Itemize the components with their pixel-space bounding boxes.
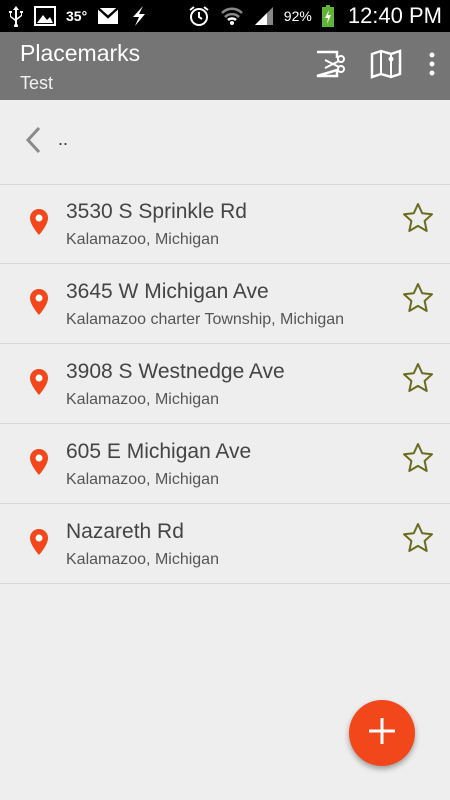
placemark-subtitle: Kalamazoo, Michigan bbox=[66, 551, 219, 568]
cut-button[interactable] bbox=[302, 38, 358, 94]
list-item[interactable]: 3645 W Michigan Ave Kalamazoo charter To… bbox=[0, 264, 450, 344]
temperature-text: 35° bbox=[66, 8, 88, 24]
flash-icon bbox=[129, 4, 149, 28]
map-pin-icon bbox=[29, 208, 49, 241]
list-item[interactable]: 605 E Michigan Ave Kalamazoo, Michigan bbox=[0, 424, 450, 504]
placemark-subtitle: Kalamazoo, Michigan bbox=[66, 391, 219, 408]
gmail-icon bbox=[97, 4, 120, 28]
map-pin-icon bbox=[29, 448, 49, 481]
map-pin-icon bbox=[29, 288, 49, 321]
page-subtitle: Test bbox=[20, 73, 54, 93]
parent-folder-row[interactable]: .. bbox=[0, 100, 450, 184]
placemark-title: Nazareth Rd bbox=[66, 520, 184, 543]
placemark-list: 3530 S Sprinkle Rd Kalamazoo, Michigan 3… bbox=[0, 184, 450, 584]
list-item[interactable]: Nazareth Rd Kalamazoo, Michigan bbox=[0, 504, 450, 584]
app-bar-actions bbox=[302, 32, 450, 100]
wifi-icon bbox=[220, 4, 244, 28]
more-vert-icon bbox=[429, 52, 435, 81]
star-icon[interactable] bbox=[402, 522, 434, 554]
map-icon bbox=[370, 48, 402, 84]
battery-percent: 92% bbox=[283, 8, 312, 24]
chevron-left-icon bbox=[24, 126, 42, 159]
add-placemark-button[interactable] bbox=[349, 700, 415, 766]
overflow-menu-button[interactable] bbox=[414, 38, 450, 94]
plus-icon bbox=[367, 716, 397, 751]
status-bar: 35° 92% 12:40 PM bbox=[0, 0, 450, 32]
map-button[interactable] bbox=[358, 38, 414, 94]
list-item[interactable]: 3908 S Westnedge Ave Kalamazoo, Michigan bbox=[0, 344, 450, 424]
placemark-subtitle: Kalamazoo, Michigan bbox=[66, 471, 219, 488]
list-item[interactable]: 3530 S Sprinkle Rd Kalamazoo, Michigan bbox=[0, 184, 450, 264]
placemark-title: 605 E Michigan Ave bbox=[66, 440, 252, 463]
alarm-icon bbox=[188, 4, 210, 28]
image-icon bbox=[34, 4, 56, 28]
placemark-title: 3645 W Michigan Ave bbox=[66, 280, 269, 303]
cut-icon bbox=[313, 49, 347, 84]
map-pin-icon bbox=[29, 368, 49, 401]
star-icon[interactable] bbox=[402, 442, 434, 474]
page-title: Placemarks bbox=[20, 40, 141, 66]
placemark-subtitle: Kalamazoo, Michigan bbox=[66, 231, 219, 248]
map-pin-icon bbox=[29, 528, 49, 561]
placemark-subtitle: Kalamazoo charter Township, Michigan bbox=[66, 311, 345, 328]
parent-folder-label: .. bbox=[58, 128, 69, 149]
placemark-title: 3530 S Sprinkle Rd bbox=[66, 200, 247, 223]
star-icon[interactable] bbox=[402, 282, 434, 314]
star-icon[interactable] bbox=[402, 362, 434, 394]
usb-icon bbox=[8, 4, 24, 28]
placemark-title: 3908 S Westnedge Ave bbox=[66, 360, 285, 383]
app-bar: Placemarks Test bbox=[0, 32, 450, 100]
battery-charging-icon bbox=[321, 4, 334, 28]
signal-icon bbox=[254, 4, 274, 28]
star-icon[interactable] bbox=[402, 202, 434, 234]
clock: 12:40 PM bbox=[347, 3, 442, 28]
